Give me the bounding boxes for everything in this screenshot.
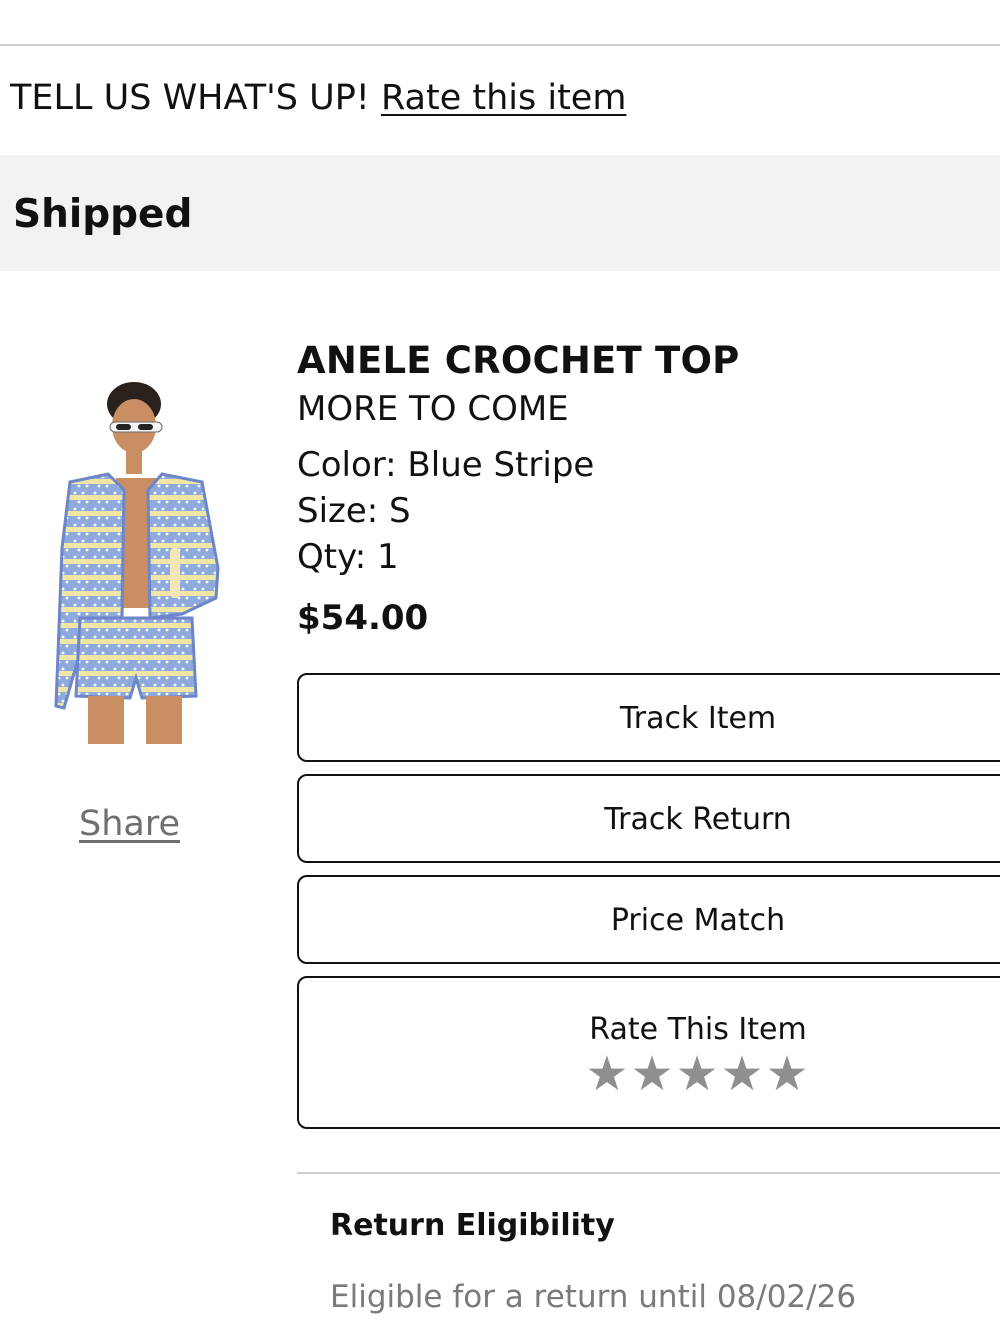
top-divider: [0, 44, 1000, 46]
product-qty: Qty: 1: [297, 537, 399, 577]
track-return-button[interactable]: Track Return: [297, 774, 1000, 863]
section-divider: [297, 1172, 1000, 1174]
rate-item-label: Rate This Item: [589, 1012, 807, 1047]
order-status-header: Shipped: [0, 155, 1000, 271]
star-rating[interactable]: ★★★★★: [299, 1050, 1000, 1098]
track-item-button[interactable]: Track Item: [297, 673, 1000, 762]
star-icon[interactable]: ★: [675, 1046, 720, 1102]
rate-this-item-link[interactable]: Rate this item: [381, 78, 626, 118]
share-link[interactable]: Share: [79, 804, 180, 844]
star-icon[interactable]: ★: [766, 1046, 811, 1102]
price-match-label: Price Match: [610, 903, 786, 938]
product-price: $54.00: [297, 598, 429, 638]
rating-prompt: TELL US WHAT'S UP! Rate this item: [10, 78, 626, 118]
product-size: Size: S: [297, 491, 411, 531]
star-icon[interactable]: ★: [721, 1046, 766, 1102]
product-name: ANELE CROCHET TOP: [297, 339, 740, 382]
product-brand: MORE TO COME: [297, 389, 569, 429]
return-eligibility-text: Eligible for a return until 08/02/26: [330, 1279, 857, 1315]
return-eligibility-title: Return Eligibility: [330, 1208, 615, 1243]
star-icon[interactable]: ★: [630, 1046, 675, 1102]
product-image[interactable]: [50, 378, 225, 746]
price-match-button[interactable]: Price Match: [297, 875, 1000, 964]
order-status-label: Shipped: [13, 192, 193, 237]
rating-prompt-text: TELL US WHAT'S UP!: [10, 78, 370, 118]
star-icon[interactable]: ★: [585, 1046, 630, 1102]
track-return-label: Track Return: [604, 802, 792, 837]
track-item-label: Track Item: [619, 701, 777, 736]
product-color: Color: Blue Stripe: [297, 445, 595, 485]
rate-item-card: Rate This Item ★★★★★: [297, 976, 1000, 1129]
